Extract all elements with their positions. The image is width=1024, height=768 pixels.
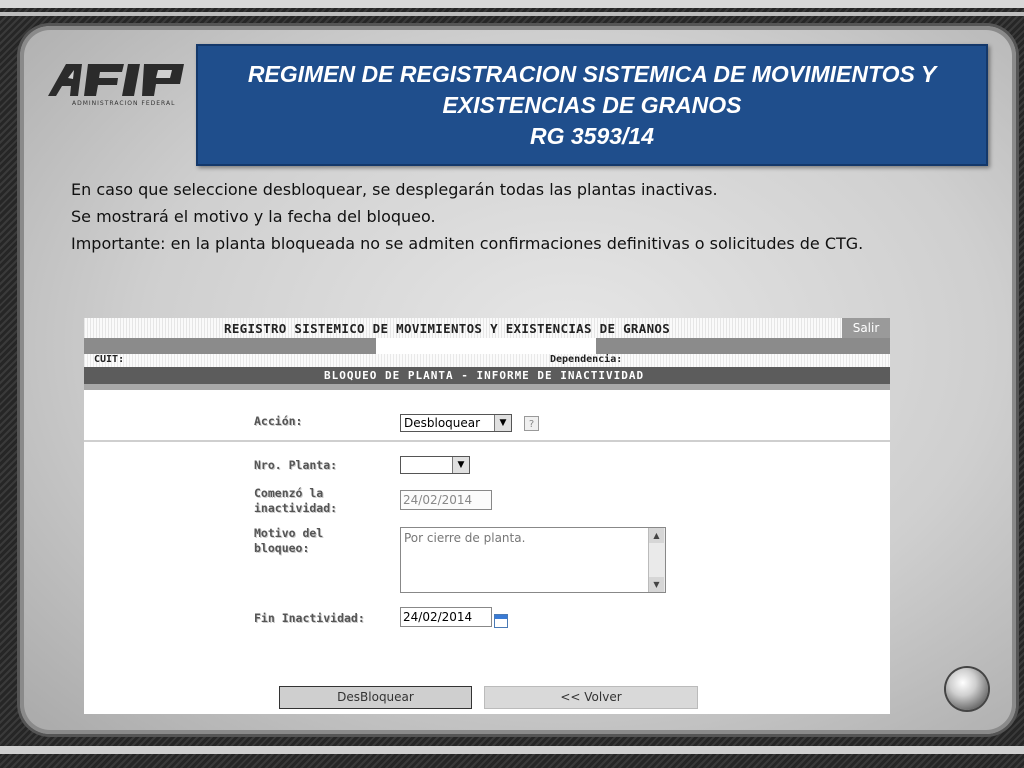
form-separator: [84, 440, 890, 442]
fin-inactividad-field[interactable]: 24/02/2014: [400, 607, 492, 627]
comenzo-label: Comenzó la inactividad:: [254, 486, 337, 516]
nro-planta-select[interactable]: ▼: [400, 456, 470, 474]
description-line-3: Importante: en la planta bloqueada no se…: [71, 234, 864, 253]
motivo-label-line-2: bloqueo:: [254, 541, 310, 555]
description-line-1: En caso que seleccione desbloquear, se d…: [71, 180, 718, 199]
slide-title: REGIMEN DE REGISTRACION SISTEMICA DE MOV…: [196, 44, 988, 166]
calendar-icon[interactable]: [494, 614, 508, 628]
top-bar: [0, 0, 1024, 8]
chevron-down-icon[interactable]: ▼: [452, 457, 469, 473]
fin-inactividad-label: Fin Inactividad:: [254, 611, 365, 625]
app-screenshot: REGISTRO SISTEMICO DE MOVIMIENTOS Y EXIS…: [84, 318, 890, 714]
subheader-blank: [376, 338, 596, 354]
motivo-label-line-1: Motivo del: [254, 526, 324, 540]
accion-select[interactable]: Desbloquear ▼: [400, 414, 512, 432]
cuit-label: CUIT:: [94, 354, 125, 365]
nro-planta-label: Nro. Planta:: [254, 458, 338, 472]
app-header: REGISTRO SISTEMICO DE MOVIMIENTOS Y EXIS…: [84, 318, 890, 338]
section-title: BLOQUEO DE PLANTA - INFORME DE INACTIVID…: [324, 369, 645, 382]
scroll-up-icon[interactable]: ▲: [649, 528, 664, 543]
comenzo-field: 24/02/2014: [400, 490, 492, 510]
desbloquear-button[interactable]: DesBloquear: [279, 686, 472, 709]
dependencia-label: Dependencia:: [550, 354, 623, 365]
slide-title-line-3: RG 3593/14: [529, 123, 655, 149]
accion-label: Acción:: [254, 414, 303, 428]
motivo-textarea[interactable]: Por cierre de planta. ▲ ▼: [400, 527, 666, 593]
bottom-bar: [0, 746, 1024, 754]
slide-title-line-2: EXISTENCIAS DE GRANOS: [442, 92, 742, 118]
app-header-title: REGISTRO SISTEMICO DE MOVIMIENTOS Y EXIS…: [224, 321, 671, 336]
motivo-label: Motivo del bloqueo:: [254, 526, 323, 556]
cuit-row: CUIT: Dependencia:: [84, 354, 890, 367]
comenzo-label-line-2: inactividad:: [254, 501, 338, 515]
section-title-underline: [84, 384, 890, 390]
comenzo-label-line-1: Comenzó la: [254, 486, 324, 500]
salir-link[interactable]: Salir: [842, 318, 890, 338]
accion-select-value: Desbloquear: [404, 416, 481, 430]
motivo-text: Por cierre de planta.: [404, 531, 526, 545]
app-subheader-bar: [84, 338, 890, 354]
slide-nav-button[interactable]: [946, 668, 988, 710]
help-icon[interactable]: ?: [524, 416, 539, 431]
slide-title-line-1: REGIMEN DE REGISTRACION SISTEMICA DE MOV…: [247, 61, 937, 87]
top-bar-thin: [0, 12, 1024, 16]
volver-button[interactable]: << Volver: [484, 686, 698, 709]
chevron-down-icon[interactable]: ▼: [494, 415, 511, 431]
textarea-scrollbar[interactable]: ▲ ▼: [648, 528, 665, 592]
section-title-bar: BLOQUEO DE PLANTA - INFORME DE INACTIVID…: [84, 367, 890, 384]
scroll-down-icon[interactable]: ▼: [649, 577, 664, 592]
slide-description: En caso que seleccione desbloquear, se d…: [71, 176, 951, 257]
description-line-2: Se mostrará el motivo y la fecha del blo…: [71, 207, 436, 226]
logo-subtitle: ADMINISTRACION FEDERAL: [72, 100, 176, 107]
